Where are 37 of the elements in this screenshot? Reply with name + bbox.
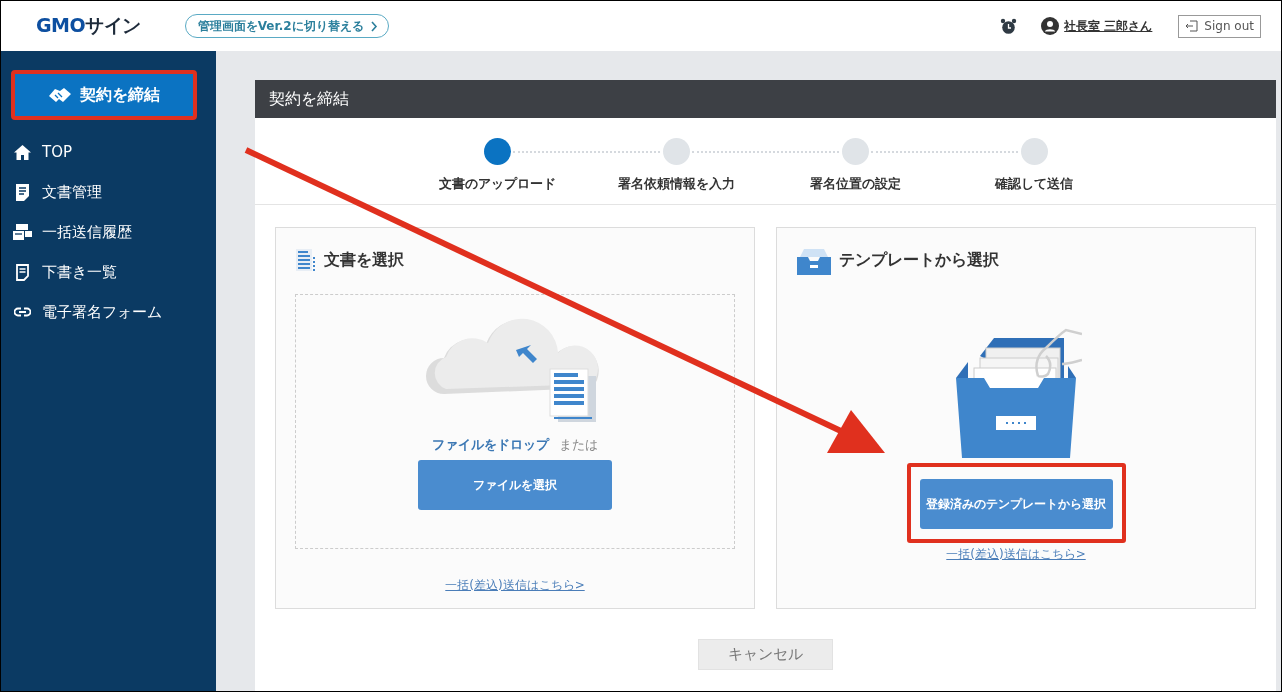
- select-template-button[interactable]: 登録済みのテンプレートから選択: [919, 479, 1113, 529]
- drop-zone[interactable]: ファイルをドロップ または ファイルを選択: [295, 294, 735, 549]
- logo-product: サイン: [85, 13, 141, 38]
- logo-brand: GMO: [36, 14, 86, 36]
- sidebar-item[interactable]: 下書き一覧: [1, 252, 216, 292]
- bulk-send-link[interactable]: 一括(差込)送信はこちら>: [946, 546, 1086, 563]
- select-file-button[interactable]: ファイルを選択: [418, 460, 612, 510]
- sidebar-item[interactable]: 電子署名フォーム: [1, 292, 216, 332]
- cancel-button[interactable]: キャンセル: [698, 639, 833, 670]
- sidebar-item[interactable]: 一括送信履歴: [1, 212, 216, 252]
- card-title: 文書を選択: [324, 250, 404, 271]
- drop-text: ファイルをドロップ: [432, 436, 549, 454]
- chevron-right-icon: [369, 20, 378, 32]
- step-label: 確認して送信: [995, 176, 1073, 193]
- link-icon: [14, 307, 31, 317]
- draft-icon: [16, 263, 29, 281]
- step-label: 署名位置の設定: [809, 176, 901, 193]
- step-label: 署名依頼情報を入力: [617, 176, 735, 193]
- sidebar-item[interactable]: 文書管理: [1, 172, 216, 212]
- step-label: 文書のアップロード: [438, 176, 556, 193]
- file-box-icon: [797, 246, 831, 275]
- conclude-contract-button[interactable]: 契約を締結: [15, 74, 193, 116]
- sign-out-icon: [1185, 20, 1199, 32]
- sign-out-button[interactable]: Sign out: [1178, 14, 1261, 38]
- alarm-clock-icon[interactable]: [1000, 17, 1018, 35]
- document-icon: [16, 183, 29, 201]
- or-text: または: [559, 436, 598, 454]
- panel-title: 契約を締結: [255, 80, 1276, 118]
- card-title: テンプレートから選択: [839, 250, 999, 271]
- document-list-icon: [296, 248, 316, 273]
- bulk-send-link[interactable]: 一括(差込)送信はこちら>: [445, 577, 585, 594]
- user-name-link[interactable]: 社長室 三郎さん: [1064, 17, 1153, 35]
- user-avatar-icon: [1041, 17, 1060, 35]
- stacked-documents-icon: [13, 224, 32, 240]
- home-icon: [14, 144, 31, 160]
- sidebar-item[interactable]: TOP: [1, 132, 216, 172]
- switch-version-button[interactable]: 管理画面をVer.2に切り替える: [184, 14, 389, 38]
